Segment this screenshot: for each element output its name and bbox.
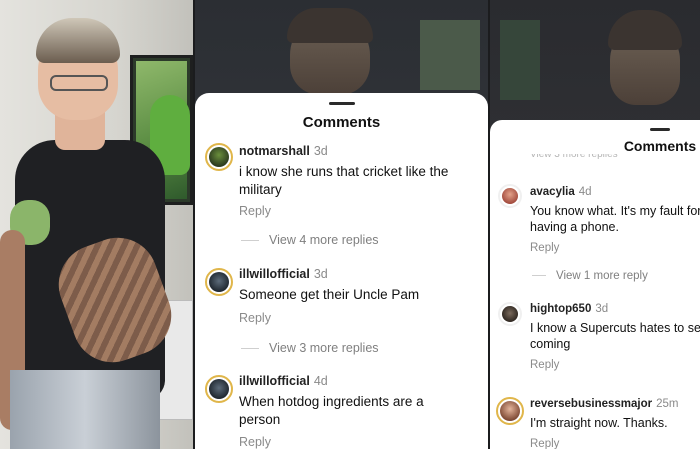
reply-button[interactable]: Reply [239,311,271,325]
reply-button[interactable]: Reply [530,242,559,254]
comments-screenshot-middle: Comments notmarshall 3d i know she runs t… [195,0,488,449]
background-hair [608,10,682,50]
person-jeans [10,370,160,449]
view-more-replies[interactable]: View 3 more replies [241,341,379,355]
comment-time: 3d [313,267,328,281]
user-avatar[interactable] [205,375,233,403]
sheet-title: Comments [623,138,697,154]
sheet-grabber[interactable] [650,128,670,131]
reply-button[interactable]: Reply [530,359,559,371]
comment-text: You know what. It's my fault for having … [530,204,700,235]
comment-username[interactable]: hightop650 3d [530,303,608,315]
background-hair [287,8,373,43]
background-plant [500,20,540,100]
reply-button[interactable]: Reply [239,435,271,449]
comments-sheet[interactable]: Comments notmarshall 3d i know she runs t… [195,93,488,449]
comment-time: 3d [595,303,609,315]
comment-username[interactable]: notmarshall 3d [239,144,328,158]
user-avatar[interactable] [498,302,522,326]
user-avatar[interactable] [498,184,522,208]
background-poster [420,20,480,90]
comment-time: 25m [656,398,679,410]
user-avatar[interactable] [496,397,524,425]
comment-text: i know she runs that cricket like the mi… [239,164,449,197]
comment-username[interactable]: reversebusinessmajor 25m [530,398,678,410]
comment-text: I'm straight now. Thanks. [530,416,668,430]
view-more-replies[interactable]: View 4 more replies [241,233,379,247]
sheet-grabber[interactable] [328,102,355,105]
comment-username[interactable]: avacylia 4d [530,186,592,198]
comments-sheet[interactable]: Comments View 3 more replies avacylia 4d … [490,120,700,449]
view-more-replies[interactable]: View 1 more reply [532,270,648,282]
sheet-title: Comments [302,114,381,131]
user-avatar[interactable] [205,143,233,171]
reply-button[interactable]: Reply [530,438,559,449]
video-frame-left [0,0,193,449]
comment-time: 3d [313,144,328,158]
comment-text: Someone get their Uncle Pam [239,287,420,302]
comments-screenshot-right: Comments View 3 more replies avacylia 4d … [490,0,700,449]
comment-username[interactable]: illwillofficial 3d [239,267,328,281]
comment-username[interactable]: illwillofficial 4d [239,374,328,388]
comment-time: 4d [578,186,592,198]
comment-time: 4d [313,374,328,388]
comment-text: I know a Supercuts hates to see me comin… [530,321,700,352]
user-avatar[interactable] [205,268,233,296]
reply-button[interactable]: Reply [239,204,271,218]
glasses [50,75,108,91]
comment-text: When hotdog ingredients are a person [239,394,424,427]
view-more-replies-cutoff[interactable]: View 3 more replies [530,154,618,162]
